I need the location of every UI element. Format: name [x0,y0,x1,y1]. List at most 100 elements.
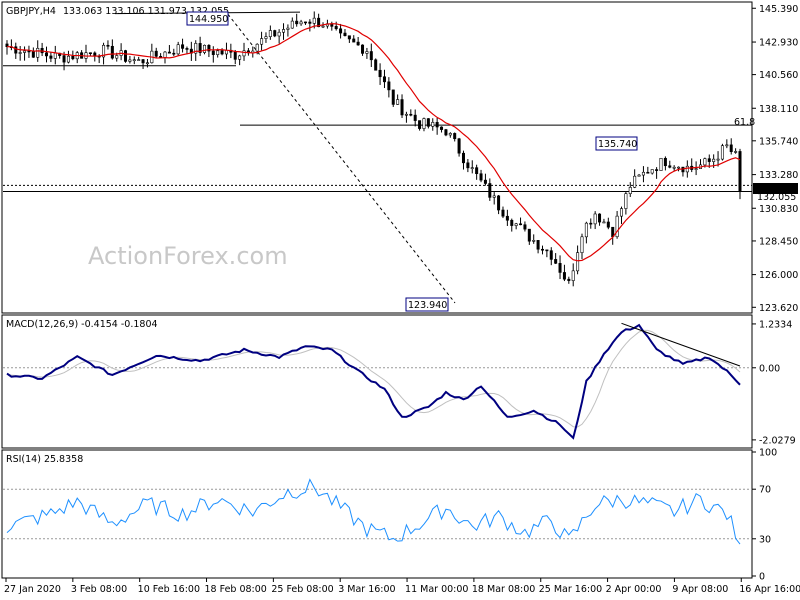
candle-body [562,272,566,280]
xtick-label: 2 Apr 00:00 [606,584,662,595]
price-ytick-label: 135.740 [759,136,798,147]
candle-body [137,59,141,61]
candle-body [523,224,527,230]
fib-618-label: 61.8 [734,117,755,128]
xtick-label: 18 Feb 08:00 [205,584,267,595]
macd-ytick-label: 0.00 [759,363,780,374]
candle-body [365,51,369,54]
candle-body [400,99,404,116]
candle-body [124,50,128,62]
price-ytick-label: 133.280 [759,170,798,181]
candle-body [378,69,382,78]
candle-body [238,55,242,60]
candle-body [720,145,724,160]
candle-body [391,89,395,105]
candle-body [128,59,132,62]
candle-body [264,36,268,39]
candle-body [677,166,681,169]
candle-body [734,151,738,153]
candle-body [540,248,544,251]
candle-body [220,50,224,55]
candle-body [655,169,659,171]
candle-body [308,21,312,24]
candle-body [576,252,580,272]
candle-body [71,55,75,60]
candle-body [712,158,716,162]
rsi-ytick-label: 70 [759,485,771,496]
xtick-label: 11 Mar 00:00 [405,584,468,595]
candle-body [295,20,299,25]
macd-ytick-label: -2.0279 [759,435,796,446]
macd-header: MACD(12,26,9) -0.4154 -0.1804 [6,319,158,330]
macd-panel-frame [1,314,753,449]
candle-body [88,52,92,55]
candle-body [404,113,408,116]
candle-body [132,59,136,61]
candle-body [347,35,351,40]
candle-body [725,144,729,147]
candle-body [356,41,360,46]
candle-body [615,215,619,238]
candle-body [273,30,277,37]
rsi-ytick-label: 100 [759,448,777,459]
candle-body [382,76,386,83]
price-ytick-label: 140.560 [759,70,798,81]
candle-body [598,213,602,223]
candle-body [216,50,220,55]
candle-body [549,250,553,260]
xtick-label: 18 Mar 08:00 [472,584,535,595]
candle-body [361,44,365,54]
candle-body [694,168,698,170]
candle-body [185,48,189,50]
candle-body [369,51,373,61]
candle-body [163,51,167,58]
candle-body [479,173,483,181]
candle-body [457,138,461,154]
candle-body [663,157,667,167]
candle-body [277,31,281,37]
candle-body [637,174,641,177]
rsi-ytick-label: 30 [759,534,771,545]
candle-body [141,59,145,64]
candle-body [571,270,575,281]
price-ytick-label: 142.930 [759,38,798,49]
candle-body [488,183,492,198]
candle-body [290,20,294,29]
price-ytick-label: 130.830 [759,204,798,215]
candle-body [483,179,487,184]
svg-text:135.740: 135.740 [598,139,637,150]
price-ytick-label: 128.450 [759,236,798,247]
candle-body [453,133,457,140]
annotation-recent-high: 135.740 [595,136,638,151]
candle-body [181,44,185,49]
candle-body [492,195,496,198]
xtick-label: 9 Apr 08:00 [672,584,728,595]
candle-body [505,215,509,221]
candle-body [145,62,149,65]
xtick-label: 3 Mar 16:00 [338,584,395,595]
candle-body [716,158,720,161]
candle-body [396,99,400,105]
candle-body [703,158,707,166]
candle-body [519,223,523,226]
price-ytick-label: 123.620 [759,303,798,314]
xtick-label: 27 Jan 2020 [4,584,61,595]
candle-body [255,43,259,52]
candle-body [729,144,733,152]
candle-body [448,133,452,136]
candle-body [672,166,676,169]
candle-body [233,51,237,60]
candle-body [470,167,474,169]
watermark: ActionForex.com [88,242,288,270]
candle-body [31,50,35,58]
candle-body [303,21,307,24]
candle-body [602,221,606,224]
candle-body [426,118,430,127]
candle-body [154,50,158,57]
candle-body [554,259,558,264]
candle-body [431,122,435,127]
price-ytick-label: 126.000 [759,270,798,281]
rsi-ytick-label: 0 [759,572,765,583]
rsi-panel-frame [1,449,753,579]
candle-body [668,165,672,168]
